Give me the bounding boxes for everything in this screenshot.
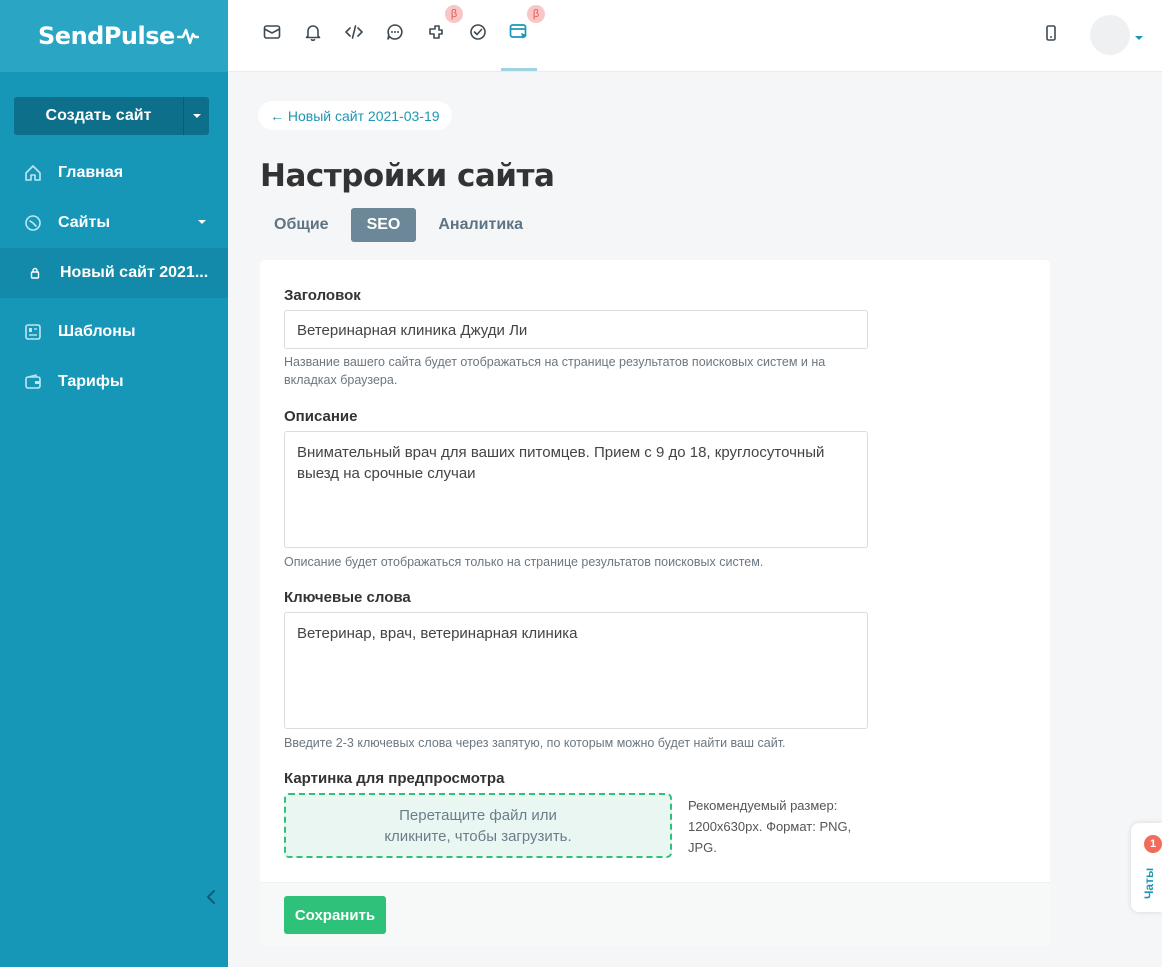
sidebar-item-label: Главная: [58, 164, 124, 181]
description-hint: Описание будет отображаться только на ст…: [284, 555, 764, 569]
chat-widget[interactable]: 1 Чаты: [1131, 823, 1162, 912]
dropzone-text: кликните, чтобы загрузить.: [384, 827, 572, 845]
keywords-label: Ключевые слова: [284, 589, 411, 606]
active-tab-indicator: [501, 68, 537, 71]
create-site-dropdown-button[interactable]: [183, 97, 209, 135]
sidebar-item-label: Новый сайт 2021...: [60, 264, 209, 281]
sidebar: SendPulse Создать сайт Главная Сайты Нов…: [0, 0, 228, 967]
create-site-group: Создать сайт: [14, 97, 209, 135]
automation-icon[interactable]: [426, 22, 446, 42]
tab-general[interactable]: Общие: [260, 208, 343, 242]
chat-count-badge: 1: [1144, 835, 1162, 853]
title-hint: Название вашего сайта будет отображаться…: [284, 355, 826, 387]
sidebar-item-templates[interactable]: Шаблоны: [0, 307, 228, 357]
pulse-icon: [176, 28, 199, 45]
bell-icon[interactable]: [303, 22, 323, 42]
beta-badge: β: [445, 5, 463, 23]
chevron-left-icon: [206, 890, 215, 904]
image-size-hint: Рекомендуемый размер: 1200x630px. Формат…: [688, 798, 852, 855]
collapse-sidebar-button[interactable]: [205, 889, 217, 910]
home-icon: [24, 164, 42, 182]
tab-seo[interactable]: SEO: [350, 208, 417, 242]
lock-icon: [30, 264, 40, 282]
chevron-down-icon[interactable]: [1135, 36, 1143, 40]
page-title: Настройки сайта: [260, 158, 555, 194]
avatar[interactable]: [1090, 15, 1130, 55]
beta-badge: β: [527, 5, 545, 23]
sidebar-item-label: Сайты: [58, 214, 110, 231]
back-link[interactable]: ← Новый сайт 2021-03-19: [258, 101, 452, 130]
keywords-hint: Введите 2-3 ключевых слова через запятую…: [284, 736, 786, 750]
chevron-down-icon: [198, 220, 206, 224]
settings-tabs: Общие SEO Аналитика: [260, 208, 545, 242]
sidebar-item-home[interactable]: Главная: [0, 148, 228, 198]
logo[interactable]: SendPulse: [38, 22, 199, 50]
title-input[interactable]: Ветеринарная клиника Джуди Ли: [284, 310, 868, 349]
check-circle-icon[interactable]: [468, 22, 488, 42]
templates-icon: [24, 323, 42, 341]
wallet-icon: [24, 373, 42, 391]
site-builder-icon[interactable]: [509, 22, 529, 42]
chat-label: Чаты: [1142, 867, 1156, 899]
tab-analytics[interactable]: Аналитика: [424, 208, 537, 242]
sites-icon: [24, 214, 42, 232]
card-footer: Сохранить: [260, 882, 1050, 946]
logo-text: SendPulse: [38, 22, 175, 50]
email-icon[interactable]: [262, 22, 282, 42]
keywords-textarea[interactable]: Ветеринар, врач, ветеринарная клиника: [284, 612, 868, 729]
logo-bar: SendPulse: [0, 0, 228, 72]
title-label: Заголовок: [284, 287, 361, 304]
sidebar-item-label: Тарифы: [58, 373, 124, 390]
seo-settings-card: Заголовок Ветеринарная клиника Джуди Ли …: [260, 260, 1050, 946]
sidebar-item-current-site[interactable]: Новый сайт 2021...: [0, 248, 228, 298]
description-label: Описание: [284, 408, 358, 425]
sidebar-item-pricing[interactable]: Тарифы: [0, 357, 228, 407]
chat-bubble-icon[interactable]: [385, 22, 405, 42]
sidebar-item-sites[interactable]: Сайты: [0, 198, 228, 248]
dropzone-text: Перетащите файл или: [399, 806, 557, 824]
description-textarea[interactable]: Внимательный врач для ваших питомцев. Пр…: [284, 431, 868, 548]
topbar: β β: [228, 0, 1162, 72]
create-site-button[interactable]: Создать сайт: [14, 97, 183, 135]
chevron-down-icon: [192, 114, 201, 118]
save-button[interactable]: Сохранить: [284, 896, 386, 934]
sidebar-item-label: Шаблоны: [58, 323, 136, 340]
image-dropzone[interactable]: Перетащите файл или кликните, чтобы загр…: [284, 793, 672, 858]
mobile-icon[interactable]: [1045, 24, 1057, 47]
sidebar-nav: Главная Сайты Новый сайт 2021... Шаблоны: [0, 148, 228, 407]
code-icon[interactable]: [344, 22, 364, 42]
preview-image-label: Картинка для предпросмотра: [284, 770, 505, 787]
